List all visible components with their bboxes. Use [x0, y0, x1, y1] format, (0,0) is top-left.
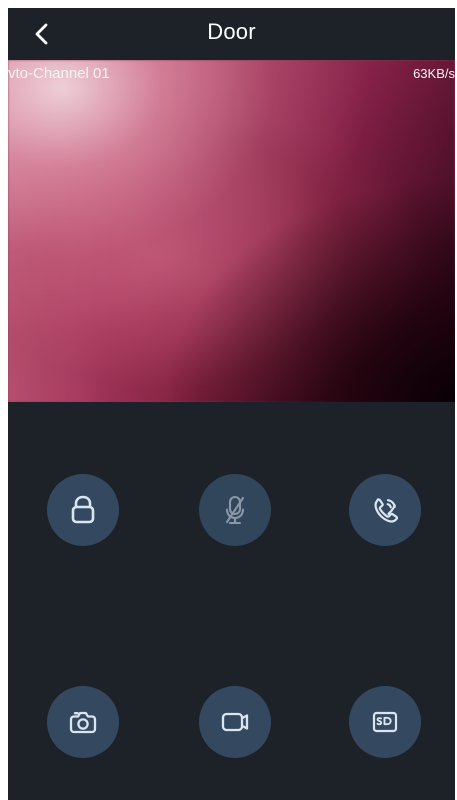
channel-label: vto-Channel 01	[8, 65, 110, 82]
call-button[interactable]	[349, 474, 421, 546]
sd-card-button[interactable]	[349, 686, 421, 758]
bitrate-label: 63KB/s	[413, 66, 455, 81]
video-feed[interactable]: vto-Channel 01 63KB/s	[8, 60, 455, 402]
lock-icon	[71, 495, 95, 524]
unlock-button[interactable]	[47, 474, 119, 546]
page-title: Door	[207, 19, 256, 44]
mute-button[interactable]	[199, 474, 271, 546]
door-screen: Door vto-Channel 01 63KB/s	[8, 8, 455, 800]
camera-icon	[69, 711, 97, 734]
record-button[interactable]	[199, 686, 271, 758]
control-panel	[8, 402, 455, 800]
sd-card-icon	[372, 711, 398, 733]
video-shading	[8, 60, 455, 402]
top-bar: Door	[8, 8, 455, 60]
phone-call-icon	[374, 498, 399, 523]
snapshot-button[interactable]	[47, 686, 119, 758]
microphone-off-icon	[225, 495, 245, 525]
video-record-icon	[221, 712, 249, 732]
